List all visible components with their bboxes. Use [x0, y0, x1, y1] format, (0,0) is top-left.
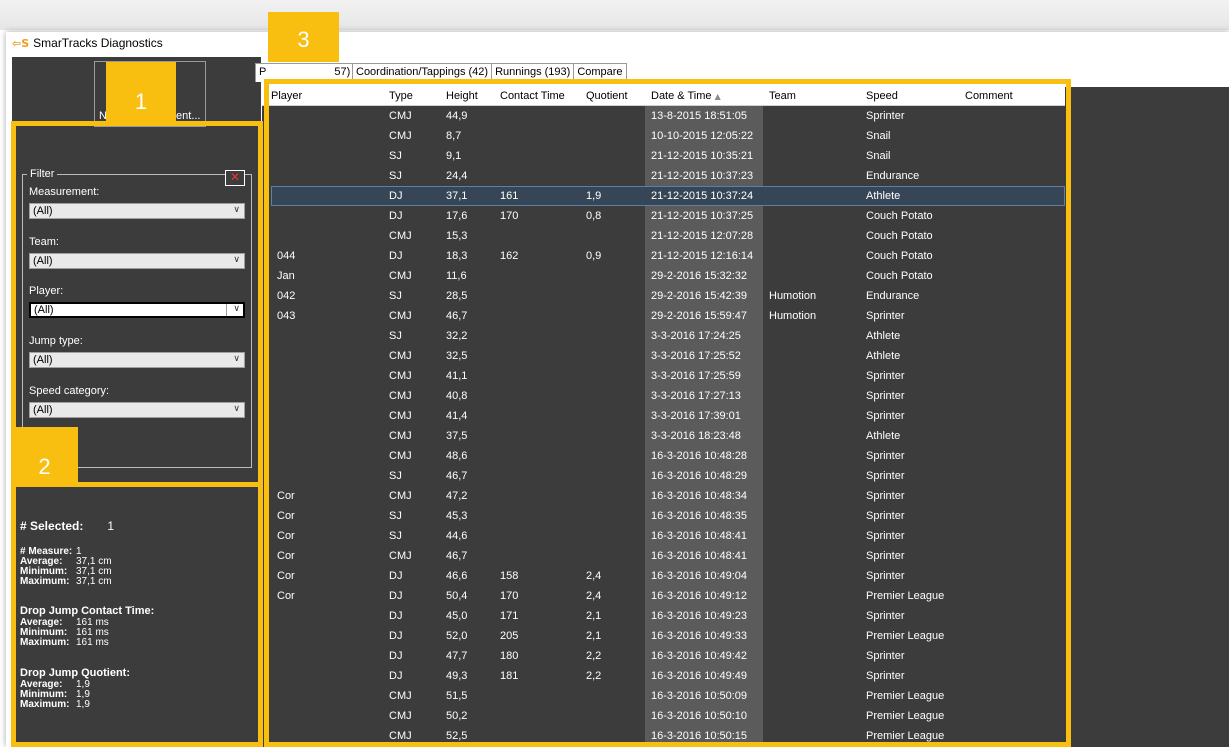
tab-compare-label: Compare	[577, 66, 623, 78]
annotation-frame-3	[264, 79, 1071, 747]
annotation-badge-2-label: 2	[38, 454, 51, 479]
annotation-frame-2	[11, 482, 263, 747]
tab-runnings-label: Runnings (193)	[495, 66, 571, 78]
title-bar: ⇦S SmarTracks Diagnostics	[6, 32, 1229, 54]
tab-jumps-label-tail: 57)	[334, 66, 351, 78]
annotation-badge-1: 1	[106, 62, 176, 122]
annotation-badge-3-label: 3	[297, 27, 310, 52]
annotation-badge-2: 2	[11, 427, 78, 487]
annotation-badge-1-label: 1	[134, 89, 148, 114]
app-title: SmarTracks Diagnostics	[33, 36, 163, 50]
annotation-badge-3: 3	[268, 12, 339, 62]
app-logo-icon: ⇦S	[12, 36, 30, 50]
app-window: ⇦S SmarTracks Diagnostics New measuremen…	[6, 32, 1229, 747]
screen-backdrop	[0, 0, 1229, 30]
tab-jumps-label: P	[259, 66, 267, 78]
tab-coordination-label: Coordination/Tappings (42)	[356, 66, 489, 78]
